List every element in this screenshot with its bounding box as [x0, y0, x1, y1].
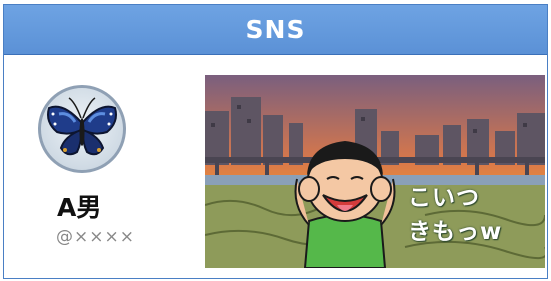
user-avatar[interactable]	[38, 85, 126, 173]
image-caption-text: こいつ きもっw	[408, 181, 533, 249]
butterfly-icon	[47, 97, 117, 156]
app-title: SNS	[245, 15, 306, 44]
sns-panel: SNS A男 @×××× こいつ きもっw	[3, 4, 548, 279]
user-name[interactable]: A男	[57, 188, 101, 224]
app-header: SNS	[4, 5, 547, 55]
caption-line-2: きもっw	[408, 219, 503, 245]
caption-line-1: こいつ	[408, 185, 480, 211]
user-handle: @××××	[56, 227, 135, 247]
